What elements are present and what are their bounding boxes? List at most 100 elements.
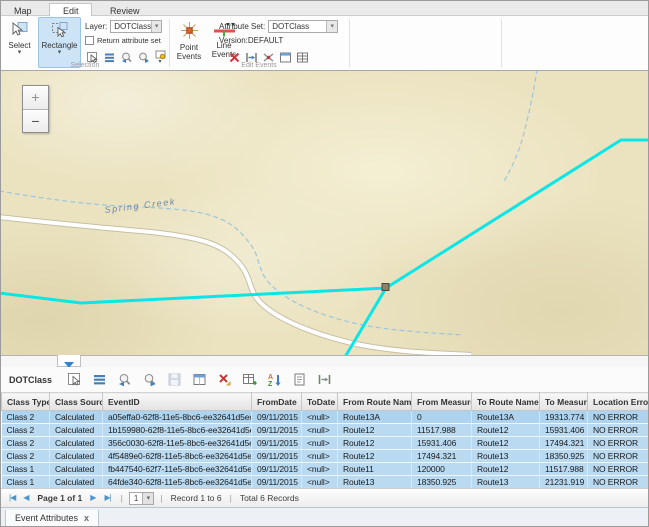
table-row[interactable]: Class 1Calculated64fde340-62f8-11e5-8bc6… xyxy=(2,476,649,489)
panel-toolbar: DOTClass AZ xyxy=(1,367,649,392)
column-header-from-measure[interactable]: From Measure xyxy=(412,393,472,411)
next-page-button[interactable]: ▶ xyxy=(90,493,96,503)
close-icon[interactable]: x xyxy=(84,513,89,523)
total-records-label: Total 6 Records xyxy=(240,493,299,503)
table-cell: 09/11/2015 xyxy=(252,463,302,476)
chevron-down-icon: ▾ xyxy=(142,493,153,504)
select-records-icon[interactable] xyxy=(66,371,83,388)
return-attribute-set-label: Return attribute set xyxy=(97,36,161,45)
table-cell: Route12 xyxy=(472,437,540,450)
table-cell: Calculated xyxy=(50,411,103,424)
table-cell: 120000 xyxy=(412,463,472,476)
table-cell: Route13 xyxy=(338,476,412,489)
table-cell: 09/11/2015 xyxy=(252,424,302,437)
map-canvas[interactable]: Spring Creek + − xyxy=(1,70,649,355)
route-line-west[interactable] xyxy=(1,288,386,303)
svg-text:A: A xyxy=(268,374,273,381)
route-line-northeast[interactable] xyxy=(386,140,649,288)
table-cell: <null> xyxy=(302,411,338,424)
add-record-icon[interactable] xyxy=(241,371,258,388)
creek-label: Spring Creek xyxy=(104,196,176,215)
table-cell: 19313.774 xyxy=(540,411,588,424)
save-edits-icon[interactable] xyxy=(166,371,183,388)
sort-records-icon[interactable]: AZ xyxy=(266,371,283,388)
table-cell: Calculated xyxy=(50,476,103,489)
table-cell: 09/11/2015 xyxy=(252,450,302,463)
panel-collapse-button[interactable] xyxy=(57,355,81,367)
return-attribute-set-checkbox[interactable] xyxy=(85,36,94,45)
layer-dropdown[interactable]: DOTClass ▾ xyxy=(110,20,162,33)
delete-record-icon[interactable] xyxy=(216,371,233,388)
column-header-to-measure[interactable]: To Measure xyxy=(540,393,588,411)
page-label: Page 1 of 1 xyxy=(37,493,82,503)
zoom-in-button[interactable]: + xyxy=(23,86,48,109)
table-cell: 64fde340-62f8-11e5-8bc6-ee32641d5ec9 xyxy=(103,476,252,489)
select-tool-button[interactable]: Select ▾ xyxy=(3,17,36,68)
table-row[interactable]: Class 1Calculatedfb447540-62f7-11e5-8bc6… xyxy=(2,463,649,476)
column-header-to-route-name[interactable]: To Route Name xyxy=(472,393,540,411)
zoom-to-next-icon[interactable] xyxy=(141,371,158,388)
attribute-set-dropdown-value: DOTClass xyxy=(272,22,309,31)
table-cell: <null> xyxy=(302,463,338,476)
column-header-todate[interactable]: ToDate xyxy=(302,393,338,411)
attribute-table-header: Class TypeClass SourceEventIDFromDateToD… xyxy=(2,393,649,411)
show-selected-list-icon[interactable] xyxy=(91,371,108,388)
page-number-select[interactable]: 1 ▾ xyxy=(129,492,154,505)
table-cell: 11517.988 xyxy=(540,463,588,476)
table-cell: Class 2 xyxy=(2,424,50,437)
table-cell: 17494.321 xyxy=(412,450,472,463)
table-cell: Class 1 xyxy=(2,463,50,476)
chevron-down-icon: ▾ xyxy=(39,50,80,56)
tab-event-attributes[interactable]: Event Attributes x xyxy=(5,510,99,527)
chevron-down-icon: ▾ xyxy=(4,50,35,56)
column-header-class-type[interactable]: Class Type xyxy=(2,393,50,411)
pagination-bar: |◀ ◀ Page 1 of 1 ▶ ▶| | 1 ▾ | Record 1 t… xyxy=(1,488,649,507)
point-events-label-2: Events xyxy=(174,52,204,61)
point-events-label: Point xyxy=(174,43,204,52)
zoom-out-button[interactable]: − xyxy=(23,109,48,132)
attribute-set-dropdown[interactable]: DOTClass ▾ xyxy=(268,20,338,33)
page-number-value: 1 xyxy=(130,494,142,503)
table-cell: 1b159980-62f8-11e5-8bc6-ee32641d5ec9 xyxy=(103,424,252,437)
table-cell: Class 2 xyxy=(2,411,50,424)
table-cell: 21231.919 xyxy=(540,476,588,489)
table-cell: Route13 xyxy=(472,476,540,489)
table-row[interactable]: Class 2Calculated1b159980-62f8-11e5-8bc6… xyxy=(2,424,649,437)
last-page-button[interactable]: ▶| xyxy=(104,493,110,503)
table-cell: 11517.988 xyxy=(412,424,472,437)
table-cell: 09/11/2015 xyxy=(252,411,302,424)
table-cell: 15931.406 xyxy=(412,437,472,450)
column-header-fromdate[interactable]: FromDate xyxy=(252,393,302,411)
route-junction-marker[interactable] xyxy=(382,284,389,291)
table-cell: Route13A xyxy=(472,411,540,424)
pager-separator: | xyxy=(230,493,232,503)
creek-line-2 xyxy=(503,71,537,183)
table-row[interactable]: Class 2Calculated356c0030-62f8-11e5-8bc6… xyxy=(2,437,649,450)
previous-page-button[interactable]: ◀ xyxy=(23,493,29,503)
panel-splitter[interactable] xyxy=(1,355,649,367)
column-header-from-route-name[interactable]: From Route Name xyxy=(338,393,412,411)
column-header-location-error[interactable]: Location Error xyxy=(588,393,649,411)
point-events-button[interactable]: Point Events xyxy=(173,17,205,68)
rectangle-tool-button[interactable]: Rectangle ▾ xyxy=(38,17,81,68)
table-cell: NO ERROR xyxy=(588,424,649,437)
column-header-class-source[interactable]: Class Source xyxy=(50,393,103,411)
table-cell: Class 2 xyxy=(2,437,50,450)
table-row[interactable]: Class 2Calculateda05effa0-62f8-11e5-8bc6… xyxy=(2,411,649,424)
group-divider xyxy=(349,19,350,67)
edit-events-group-label: Edit Events xyxy=(171,62,347,69)
table-cell: fb447540-62f7-11e5-8bc6-ee32641d5ec9 xyxy=(103,463,252,476)
first-page-button[interactable]: |◀ xyxy=(9,493,15,503)
event-attributes-panel: DOTClass AZ Class TypeClass SourceEventI… xyxy=(1,355,649,527)
table-cell: NO ERROR xyxy=(588,450,649,463)
notes-icon[interactable] xyxy=(291,371,308,388)
zoom-to-previous-icon[interactable] xyxy=(116,371,133,388)
table-row[interactable]: Class 2Calculated4f5489e0-62f8-11e5-8bc6… xyxy=(2,450,649,463)
attribute-window-icon[interactable] xyxy=(191,371,208,388)
split-record-icon[interactable] xyxy=(316,371,333,388)
table-cell: 4f5489e0-62f8-11e5-8bc6-ee32641d5ec9 xyxy=(103,450,252,463)
column-header-eventid[interactable]: EventID xyxy=(103,393,252,411)
table-cell: 0 xyxy=(412,411,472,424)
record-range-label: Record 1 to 6 xyxy=(171,493,222,503)
group-divider xyxy=(501,19,502,67)
